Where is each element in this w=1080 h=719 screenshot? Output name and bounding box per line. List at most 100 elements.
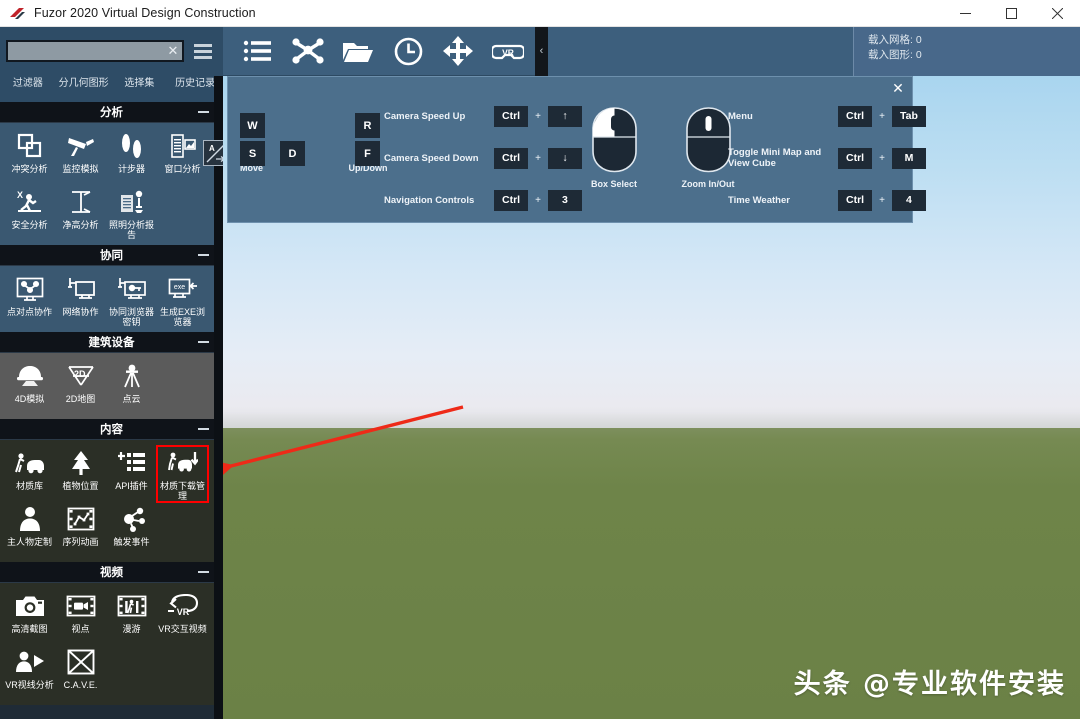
sidebar-tab-geometry[interactable]: 分几何图形 (56, 78, 112, 89)
tool-network-collab[interactable]: 网络协作 (55, 272, 106, 328)
tool-clash-detection[interactable]: 冲突分析 (4, 129, 55, 185)
key-s[interactable]: S (240, 141, 265, 166)
shortcut-key-modifier[interactable]: Ctrl (838, 147, 873, 169)
tool-point-cloud[interactable]: 点云 (106, 359, 157, 415)
sidebar-tab-selection-set[interactable]: 选择集 (112, 78, 168, 89)
section-body-analysis: 冲突分析 监控模拟 计步器 窗口分析 X 安全分析 净高分析 照明分析报告 (0, 123, 223, 245)
shortcut-key-modifier[interactable]: Ctrl (494, 189, 529, 211)
minimize-button[interactable] (942, 0, 988, 27)
tool-security-camera[interactable]: 监控模拟 (55, 129, 106, 185)
tool-hd-screenshot[interactable]: 高清截图 (4, 589, 55, 645)
tool-avatar-customization[interactable]: 主人物定制 (4, 502, 55, 558)
shortcut-key-modifier[interactable]: Ctrl (838, 189, 873, 211)
mouse-left-button-icon: Box Select (583, 107, 645, 189)
tool-generate-exe[interactable]: exe 生成EXE浏览器 (157, 272, 208, 328)
shortcut-key-main[interactable]: Tab (891, 105, 926, 127)
shortcut-key-main[interactable]: ↑ (547, 105, 582, 127)
toolbar-search-area: ✕ (0, 26, 223, 76)
minus-icon[interactable] (198, 428, 209, 430)
tool-lighting-report[interactable]: 照明分析报告 (106, 185, 157, 241)
shortcut-label: Toggle Mini Map and View Cube (728, 147, 822, 169)
shortcut-key-main[interactable]: 3 (547, 189, 582, 211)
tool-trigger-event[interactable]: 触发事件 (106, 502, 157, 558)
tool-tree-placement[interactable]: 植物位置 (55, 446, 106, 502)
hamburger-menu-icon[interactable] (191, 39, 215, 63)
section-header-construction-equipment[interactable]: 建筑设备 (0, 332, 223, 353)
shortcut-key-modifier[interactable]: Ctrl (838, 105, 873, 127)
network-share-icon[interactable] (291, 34, 325, 68)
view-compass-widget[interactable]: A (203, 140, 223, 166)
tool-vr-sightline-analysis[interactable]: VR视线分析 (4, 645, 55, 701)
section-header-analysis[interactable]: 分析 (0, 102, 223, 123)
open-folder-icon[interactable] (341, 34, 375, 68)
maximize-button[interactable] (988, 0, 1034, 27)
sidebar-tab-filter[interactable]: 过滤器 (0, 78, 56, 89)
minus-icon[interactable] (198, 571, 209, 573)
tool-vr-interactive-video[interactable]: VR VR交互视频 (157, 589, 208, 645)
tool-material-download-manager[interactable]: 材质下载管理 (156, 445, 209, 503)
shortcut-key-main[interactable]: 4 (891, 189, 926, 211)
clear-height-icon (68, 187, 94, 217)
move-arrows-icon[interactable] (441, 34, 475, 68)
tool-cave[interactable]: C.A.V.E. (55, 645, 106, 701)
shortcut-plus: + (879, 152, 885, 164)
shortcut-key-modifier[interactable]: Ctrl (494, 105, 529, 127)
shortcut-row: Toggle Mini Map and View Cube Ctrl + M (728, 147, 926, 169)
clear-search-icon[interactable]: ✕ (164, 42, 182, 60)
3d-viewport[interactable]: 头条 @专业软件安装 ✕ W S D Move R F Up/Down Came… (223, 76, 1080, 719)
fuzor-logo-icon (0, 6, 34, 21)
viewpoint-film-icon (66, 591, 96, 621)
loaded-mesh-status: 载入网格: 0 (868, 33, 922, 46)
minus-icon[interactable] (198, 341, 209, 343)
tool-label: 植物位置 (62, 481, 99, 491)
sidebar-scrollbar[interactable] (214, 102, 223, 719)
search-input[interactable] (8, 42, 164, 60)
tool-4d-simulation[interactable]: 4D模拟 (4, 359, 55, 415)
section-header-content[interactable]: 内容 (0, 419, 223, 440)
tool-label: 冲突分析 (11, 164, 48, 174)
key-f[interactable]: F (355, 141, 380, 166)
clock-icon[interactable] (391, 34, 425, 68)
vr-sightline-icon (15, 647, 45, 677)
tool-browser-key[interactable]: 协同浏览器密钥 (106, 272, 157, 328)
key-w[interactable]: W (240, 113, 265, 138)
shortcut-key-modifier[interactable]: Ctrl (494, 147, 529, 169)
section-title: 内容 (100, 424, 123, 436)
tool-viewpoint[interactable]: 视点 (55, 589, 106, 645)
tool-label: 协同浏览器密钥 (108, 307, 154, 327)
shortcut-label: Camera Speed Up (384, 110, 466, 122)
tool-label: 高清截图 (11, 624, 48, 634)
panel-collapse-button[interactable]: ‹ (535, 26, 548, 76)
close-button[interactable] (1034, 0, 1080, 27)
vr-headset-icon[interactable]: VR (491, 34, 525, 68)
minus-icon[interactable] (198, 254, 209, 256)
search-box[interactable]: ✕ (6, 40, 184, 62)
lighting-report-icon (119, 187, 145, 217)
tool-sequence-animation[interactable]: 序列动画 (55, 502, 106, 558)
key-r[interactable]: R (355, 113, 380, 138)
tool-walkthrough[interactable]: 漫游 (106, 589, 157, 645)
tool-2d-map[interactable]: 2D 2D地图 (55, 359, 106, 415)
section-body-video: 高清截图 视点 漫游 VR VR交互视频 VR视线分析 C.A.V.E. (0, 583, 223, 705)
shortcut-row: Time Weather Ctrl + 4 (728, 189, 926, 211)
shortcut-key-main[interactable]: ↓ (547, 147, 582, 169)
tool-window-analysis[interactable]: 窗口分析 (157, 129, 208, 185)
tool-label: 照明分析报告 (108, 220, 154, 240)
shortcut-key-main[interactable]: M (891, 147, 926, 169)
section-header-video[interactable]: 视频 (0, 562, 223, 583)
tool-clear-height[interactable]: 净高分析 (55, 185, 106, 241)
key-d[interactable]: D (280, 141, 305, 166)
hardhat-4d-icon (16, 361, 44, 391)
list-view-icon[interactable] (241, 34, 275, 68)
tool-api-plugin[interactable]: API插件 (106, 446, 157, 502)
tool-peer-to-peer[interactable]: 点对点协作 (4, 272, 55, 328)
tool-pedometer[interactable]: 计步器 (106, 129, 157, 185)
close-icon[interactable]: ✕ (891, 81, 905, 95)
tool-safety-analysis[interactable]: X 安全分析 (4, 185, 55, 241)
tool-material-library[interactable]: 材质库 (4, 446, 55, 502)
minus-icon[interactable] (198, 111, 209, 113)
avatar-custom-icon (18, 504, 42, 534)
section-header-collaboration[interactable]: 协同 (0, 245, 223, 266)
tool-label: 触发事件 (113, 537, 150, 547)
tab-scroll-strip[interactable] (214, 76, 223, 102)
